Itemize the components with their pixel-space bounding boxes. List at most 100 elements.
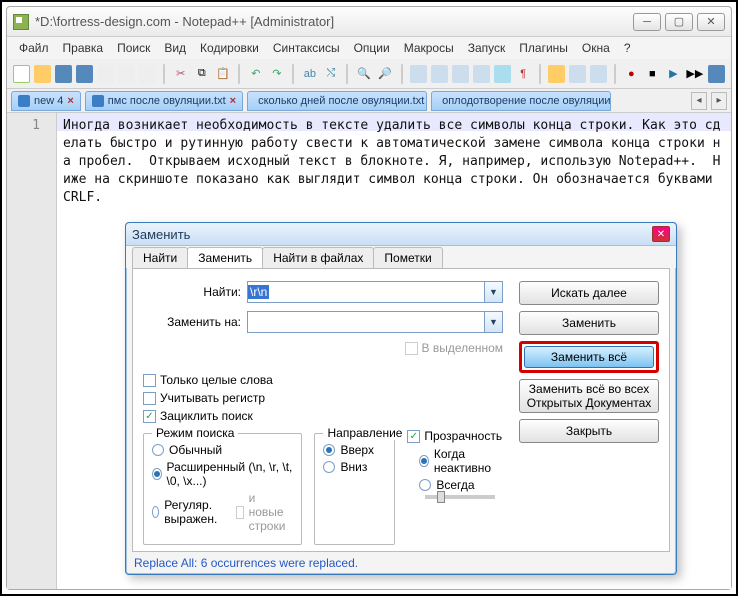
match-case-checkbox[interactable]	[143, 392, 156, 405]
file-icon	[92, 95, 104, 107]
dir-up-radio[interactable]	[323, 444, 335, 456]
tool-icon-4[interactable]	[473, 65, 490, 83]
trans-inactive-radio[interactable]	[419, 455, 429, 467]
direction-legend: Направление	[323, 426, 406, 440]
replace-all-button[interactable]: Заменить всё	[524, 346, 654, 368]
menu-language[interactable]: Синтаксисы	[267, 39, 346, 57]
tab-mark[interactable]: Пометки	[373, 247, 442, 268]
para-icon[interactable]: ¶	[515, 65, 532, 83]
mode-regex-radio[interactable]	[152, 506, 159, 518]
menubar: Файл Правка Поиск Вид Кодировки Синтакси…	[7, 37, 731, 59]
app-icon	[13, 14, 29, 30]
menu-encoding[interactable]: Кодировки	[194, 39, 265, 57]
find-input[interactable]: \r\n ▼	[247, 281, 503, 303]
close-icon[interactable]: ×	[67, 95, 73, 107]
chevron-down-icon[interactable]: ▼	[484, 312, 502, 332]
tab-find-in-files[interactable]: Найти в файлах	[262, 247, 374, 268]
dialog-title: Заменить	[132, 227, 652, 242]
tool-icon-2[interactable]	[431, 65, 448, 83]
mode-normal-radio[interactable]	[152, 444, 164, 456]
copy-icon[interactable]: ⧉	[193, 65, 210, 83]
menu-view[interactable]: Вид	[158, 39, 192, 57]
save-icon[interactable]	[55, 65, 72, 83]
dialog-status: Replace All: 6 occurrences were replaced…	[126, 556, 676, 574]
wrap-checkbox[interactable]: ✓	[143, 410, 156, 423]
window-title: *D:\fortress-design.com - Notepad++ [Adm…	[35, 14, 633, 29]
tab-scroll-right[interactable]: ▸	[711, 92, 727, 110]
savemacro-icon[interactable]	[708, 65, 725, 83]
dir-down-radio[interactable]	[323, 461, 335, 473]
record-icon[interactable]: ●	[623, 65, 640, 83]
closeall-icon[interactable]	[118, 65, 135, 83]
minimize-button[interactable]: ─	[633, 13, 661, 31]
new-icon[interactable]	[13, 65, 30, 83]
menu-plugins[interactable]: Плагины	[513, 39, 574, 57]
trans-always-radio[interactable]	[419, 479, 431, 491]
tool-icon-5[interactable]	[548, 65, 565, 83]
replace-all-docs-button[interactable]: Заменить всё во всех Открытых Документах	[519, 379, 659, 413]
menu-search[interactable]: Поиск	[111, 39, 156, 57]
find-field[interactable]	[248, 282, 484, 302]
tab-find[interactable]: Найти	[132, 247, 188, 268]
replace-input[interactable]: ▼	[247, 311, 503, 333]
zoomout-icon[interactable]: 🔎	[376, 65, 393, 83]
saveall-icon[interactable]	[76, 65, 93, 83]
menu-settings[interactable]: Опции	[348, 39, 396, 57]
tab-replace[interactable]: Заменить	[187, 247, 263, 268]
in-selection-checkbox	[405, 342, 418, 355]
tab-scroll-left[interactable]: ◂	[691, 92, 707, 110]
chevron-down-icon[interactable]: ▼	[484, 282, 502, 302]
wrap-icon[interactable]	[494, 65, 511, 83]
stop-icon[interactable]: ■	[644, 65, 661, 83]
close-dialog-button[interactable]: Закрыть	[519, 419, 659, 443]
transparency-slider[interactable]	[425, 495, 495, 499]
doctab-2[interactable]: сколько дней после овуляции.txt×	[247, 91, 427, 111]
doctab-new4[interactable]: new 4×	[11, 91, 81, 111]
maximize-button[interactable]: ▢	[665, 13, 693, 31]
redo-icon[interactable]: ↷	[268, 65, 285, 83]
tool-icon-7[interactable]	[590, 65, 607, 83]
main-window: *D:\fortress-design.com - Notepad++ [Adm…	[6, 6, 732, 590]
titlebar: *D:\fortress-design.com - Notepad++ [Adm…	[7, 7, 731, 37]
cut-icon[interactable]: ✂	[172, 65, 189, 83]
fast-icon[interactable]: ▶▶	[686, 65, 704, 83]
tool-icon-6[interactable]	[569, 65, 586, 83]
menu-run[interactable]: Запуск	[462, 39, 512, 57]
paste-icon[interactable]: 📋	[214, 65, 231, 83]
zoomin-icon[interactable]: 🔍	[355, 65, 372, 83]
menu-edit[interactable]: Правка	[57, 39, 110, 57]
replace-icon[interactable]: ⤭	[322, 65, 339, 83]
highlight-frame: Заменить всё	[519, 341, 659, 373]
find-icon[interactable]: ab	[301, 65, 318, 83]
close-icon[interactable]: ×	[230, 95, 236, 107]
replace-field[interactable]	[248, 312, 484, 332]
open-icon[interactable]	[34, 65, 51, 83]
file-icon	[18, 95, 30, 107]
menu-help[interactable]: ?	[618, 39, 637, 57]
doctab-1[interactable]: пмс после овуляции.txt×	[85, 91, 243, 111]
play-icon[interactable]: ▶	[665, 65, 682, 83]
close-button[interactable]: ✕	[697, 13, 725, 31]
dialog-tabs: Найти Заменить Найти в файлах Пометки	[126, 246, 676, 268]
dialog-close-button[interactable]: ✕	[652, 226, 670, 242]
mode-legend: Режим поиска	[152, 426, 238, 440]
document-tabs: new 4× пмс после овуляции.txt× сколько д…	[7, 89, 731, 113]
print-icon[interactable]	[139, 65, 156, 83]
newlines-checkbox	[236, 506, 244, 519]
tool-icon-3[interactable]	[452, 65, 469, 83]
tool-icon-1[interactable]	[410, 65, 427, 83]
doctab-3[interactable]: оплодотворение после овуляции.txt×	[431, 91, 611, 111]
find-next-button[interactable]: Искать далее	[519, 281, 659, 305]
transparency-checkbox[interactable]: ✓	[407, 430, 420, 443]
line-gutter: 1	[7, 113, 57, 589]
replace-button[interactable]: Заменить	[519, 311, 659, 335]
undo-icon[interactable]: ↶	[247, 65, 264, 83]
closedoc-icon[interactable]	[97, 65, 114, 83]
mode-extended-radio[interactable]	[152, 468, 162, 480]
whole-words-checkbox[interactable]	[143, 374, 156, 387]
menu-macro[interactable]: Макросы	[398, 39, 460, 57]
find-label: Найти:	[143, 285, 241, 299]
menu-window[interactable]: Окна	[576, 39, 616, 57]
menu-file[interactable]: Файл	[13, 39, 55, 57]
dialog-titlebar: Заменить ✕	[126, 223, 676, 246]
